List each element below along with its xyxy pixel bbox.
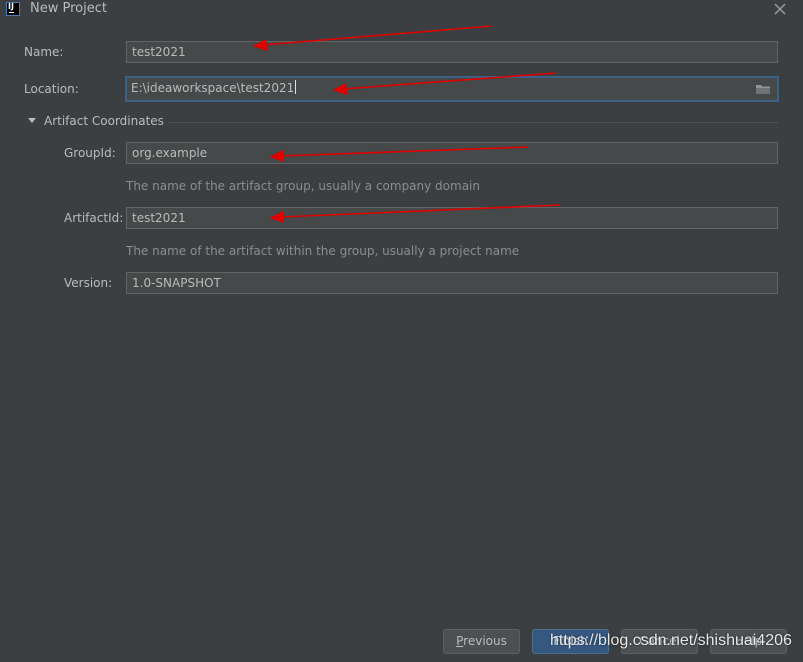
location-input[interactable]: E:\ideaworkspace\test2021 <box>125 76 779 102</box>
name-input[interactable]: test2021 <box>126 41 778 63</box>
section-divider <box>168 122 778 123</box>
artifactid-hint: The name of the artifact within the grou… <box>126 244 520 258</box>
groupid-label: GroupId: <box>64 146 116 160</box>
app-icon-letters: IJ <box>8 2 14 11</box>
close-button[interactable] <box>771 0 789 18</box>
version-input[interactable]: 1.0-SNAPSHOT <box>126 272 778 294</box>
folder-icon[interactable] <box>755 83 771 95</box>
text-caret <box>295 80 297 94</box>
expand-triangle-icon <box>28 118 36 123</box>
artifactid-input[interactable]: test2021 <box>126 207 778 229</box>
title-bar: IJ New Project <box>0 0 803 22</box>
location-value: E:\ideaworkspace\test2021 <box>131 81 295 95</box>
close-icon <box>774 3 786 15</box>
window-title: New Project <box>30 1 107 16</box>
groupid-hint: The name of the artifact group, usually … <box>126 179 480 193</box>
intellij-idea-icon: IJ <box>6 2 20 16</box>
name-label: Name: <box>24 45 64 59</box>
previous-button[interactable]: Previous <box>443 629 520 654</box>
version-label: Version: <box>64 276 113 290</box>
location-label: Location: <box>24 82 79 96</box>
watermark-url: https://blog.csdn.net/shishuai4206 <box>550 632 792 649</box>
artifactid-label: ArtifactId: <box>64 211 124 225</box>
section-title: Artifact Coordinates <box>44 114 164 128</box>
previous-label: revious <box>463 634 507 648</box>
new-project-dialog: IJ New Project Name: test2021 Location: … <box>0 0 803 662</box>
groupid-input[interactable]: org.example <box>126 142 778 164</box>
